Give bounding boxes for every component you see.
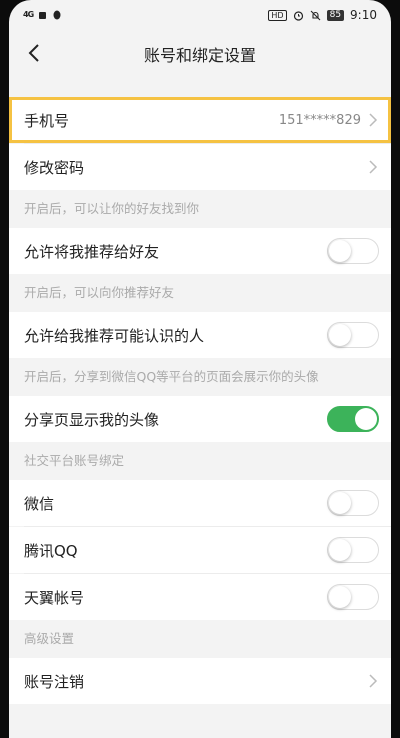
recommend-me-row: 允许将我推荐给好友 [9, 228, 391, 274]
tianyi-label: 天翼帐号 [24, 588, 85, 607]
chevron-right-icon [369, 160, 378, 174]
qq-label: 腾讯QQ [24, 541, 78, 560]
wechat-row: 微信 [9, 480, 391, 526]
mute-icon [310, 10, 320, 20]
section-advanced: 高级设置 [9, 620, 391, 658]
alarm-icon [293, 10, 303, 21]
cancel-account-row[interactable]: 账号注销 [9, 658, 391, 704]
share-avatar-toggle[interactable] [327, 406, 379, 432]
wechat-label: 微信 [24, 494, 55, 513]
page-title: 账号和绑定设置 [143, 46, 256, 65]
section-hint-recommend: 开启后，可以向你推荐好友 [9, 274, 391, 312]
recommend-me-toggle[interactable] [327, 238, 379, 264]
phone-number-row[interactable]: 手机号 151*****829 [9, 97, 391, 143]
phone-label: 手机号 [24, 111, 70, 130]
bottom-area [9, 704, 391, 738]
share-avatar-label: 分享页显示我的头像 [24, 410, 160, 429]
recommend-people-label: 允许给我推荐可能认识的人 [24, 326, 205, 345]
recommend-me-label: 允许将我推荐给好友 [24, 242, 160, 261]
recommend-people-toggle[interactable] [327, 322, 379, 348]
section-hint-friends: 开启后，可以让你的好友找到你 [9, 190, 391, 228]
qq-row: 腾讯QQ [9, 527, 391, 573]
recommend-people-row: 允许给我推荐可能认识的人 [9, 312, 391, 358]
tianyi-toggle[interactable] [327, 584, 379, 610]
status-time: 9:10 [350, 8, 377, 22]
nav-header: 账号和绑定设置 [9, 30, 391, 78]
phone-screen: 4G HD 85 9:10 账号和绑定设置 手机号 151*****829 修改… [9, 0, 391, 738]
wechat-toggle[interactable] [327, 490, 379, 516]
qq-toggle[interactable] [327, 537, 379, 563]
hd-icon: HD [268, 9, 287, 21]
section-social-binding: 社交平台账号绑定 [9, 442, 391, 480]
back-arrow-icon[interactable] [21, 40, 47, 66]
change-password-row[interactable]: 修改密码 [9, 144, 391, 190]
tianyi-row: 天翼帐号 [9, 574, 391, 620]
chevron-right-icon [369, 113, 378, 127]
signal-icon: 4G [23, 10, 34, 19]
chevron-right-icon [369, 674, 378, 688]
share-avatar-row: 分享页显示我的头像 [9, 396, 391, 442]
message-icon [39, 11, 47, 19]
change-password-label: 修改密码 [24, 158, 85, 177]
cancel-account-label: 账号注销 [24, 672, 85, 691]
phone-value: 151*****829 [278, 112, 361, 128]
battery-icon: 85 [326, 9, 345, 21]
qq-penguin-icon [53, 10, 61, 19]
status-bar: 4G HD 85 9:10 [9, 0, 391, 30]
section-hint-share: 开启后，分享到微信QQ等平台的页面会展示你的头像 [9, 358, 391, 396]
